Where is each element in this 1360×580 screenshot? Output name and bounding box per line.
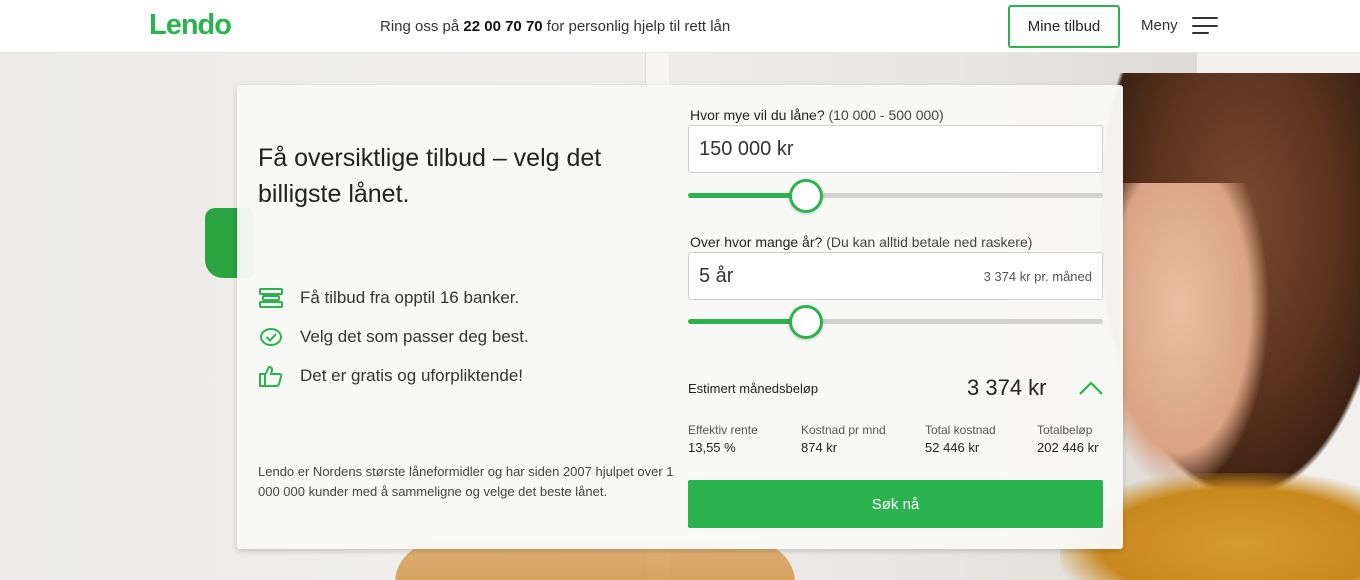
feature-item: Det er gratis og uforpliktende! bbox=[258, 356, 529, 395]
years-input[interactable]: 5 år 3 374 kr pr. måned bbox=[688, 252, 1103, 300]
page-title: Få oversiktlige tilbud – velg det billig… bbox=[258, 144, 602, 208]
amount-label-text: Hvor mye vil du låne? bbox=[690, 107, 825, 123]
amount-input[interactable]: 150 000 kr bbox=[688, 125, 1103, 173]
feature-list: Få tilbud fra opptil 16 banker. Velg det… bbox=[258, 278, 529, 395]
years-hint: (Du kan alltid betale ned raskere) bbox=[826, 234, 1033, 250]
estimate-value: 3 374 kr bbox=[967, 375, 1047, 400]
stat-total-cost: Total kostnad 52 446 kr bbox=[925, 421, 996, 457]
lendo-logo[interactable]: Lendo bbox=[149, 9, 232, 42]
years-label-text: Over hvor mange år? bbox=[690, 234, 823, 250]
amount-slider[interactable] bbox=[688, 179, 1103, 213]
phone-suffix: for personlig hjelp til rett lån bbox=[542, 18, 731, 35]
years-slider[interactable] bbox=[688, 305, 1103, 339]
years-label: Over hvor mange år? (Du kan alltid betal… bbox=[690, 234, 1032, 250]
feature-label: Velg det som passer deg best. bbox=[300, 326, 529, 346]
stat-value: 202 446 kr bbox=[1037, 440, 1099, 455]
amount-label: Hvor mye vil du låne? (10 000 - 500 000) bbox=[690, 107, 944, 123]
check-badge-icon bbox=[258, 326, 284, 348]
feature-label: Det er gratis og uforpliktende! bbox=[300, 365, 524, 385]
loan-calculator-card: Få oversiktlige tilbud – velg det billig… bbox=[237, 85, 1123, 549]
phone-banner: Ring oss på 22 00 70 70 for personlig hj… bbox=[380, 18, 730, 35]
estimate-label: Estimert månedsbeløp bbox=[688, 381, 819, 396]
amount-value: 150 000 kr bbox=[699, 137, 794, 160]
phone-number[interactable]: 22 00 70 70 bbox=[463, 18, 542, 35]
years-value: 5 år bbox=[699, 264, 734, 287]
slider-thumb[interactable] bbox=[789, 179, 824, 213]
stack-icon bbox=[258, 287, 284, 309]
feature-label: Få tilbud fra opptil 16 banker. bbox=[300, 287, 520, 307]
stat-label: Totalbeløp bbox=[1037, 423, 1093, 437]
feature-item: Velg det som passer deg best. bbox=[258, 317, 529, 356]
stat-label: Total kostnad bbox=[925, 423, 996, 437]
stat-cost-per-month: Kostnad pr mnd 874 kr bbox=[801, 421, 886, 457]
slider-thumb[interactable] bbox=[789, 305, 824, 339]
feature-item: Få tilbud fra opptil 16 banker. bbox=[258, 278, 529, 317]
menu-label: Meny bbox=[1141, 17, 1178, 34]
thumbs-up-icon bbox=[258, 365, 284, 387]
site-header: Lendo Ring oss på 22 00 70 70 for person… bbox=[0, 0, 1360, 53]
stat-value: 874 kr bbox=[801, 440, 838, 455]
stat-effective-rate: Effektiv rente 13,55 % bbox=[688, 421, 758, 457]
menu-button[interactable]: Meny bbox=[1141, 17, 1218, 34]
phone-prefix: Ring oss på bbox=[380, 18, 464, 35]
amount-range-hint: (10 000 - 500 000) bbox=[828, 107, 944, 123]
stat-label: Effektiv rente bbox=[688, 423, 758, 437]
search-now-button[interactable]: Søk nå bbox=[688, 480, 1103, 528]
stat-value: 13,55 % bbox=[688, 440, 736, 455]
hamburger-icon bbox=[1191, 17, 1218, 34]
my-offers-button[interactable]: Mine tilbud bbox=[1008, 5, 1120, 48]
chevron-up-icon[interactable] bbox=[1077, 377, 1105, 399]
monthly-payment-hint: 3 374 kr pr. måned bbox=[983, 268, 1092, 284]
stat-label: Kostnad pr mnd bbox=[801, 423, 886, 437]
stat-total-amount: Totalbeløp 202 446 kr bbox=[1037, 421, 1098, 457]
company-description: Lendo er Nordens største låneformidler o… bbox=[258, 464, 674, 499]
stat-value: 52 446 kr bbox=[925, 440, 980, 455]
